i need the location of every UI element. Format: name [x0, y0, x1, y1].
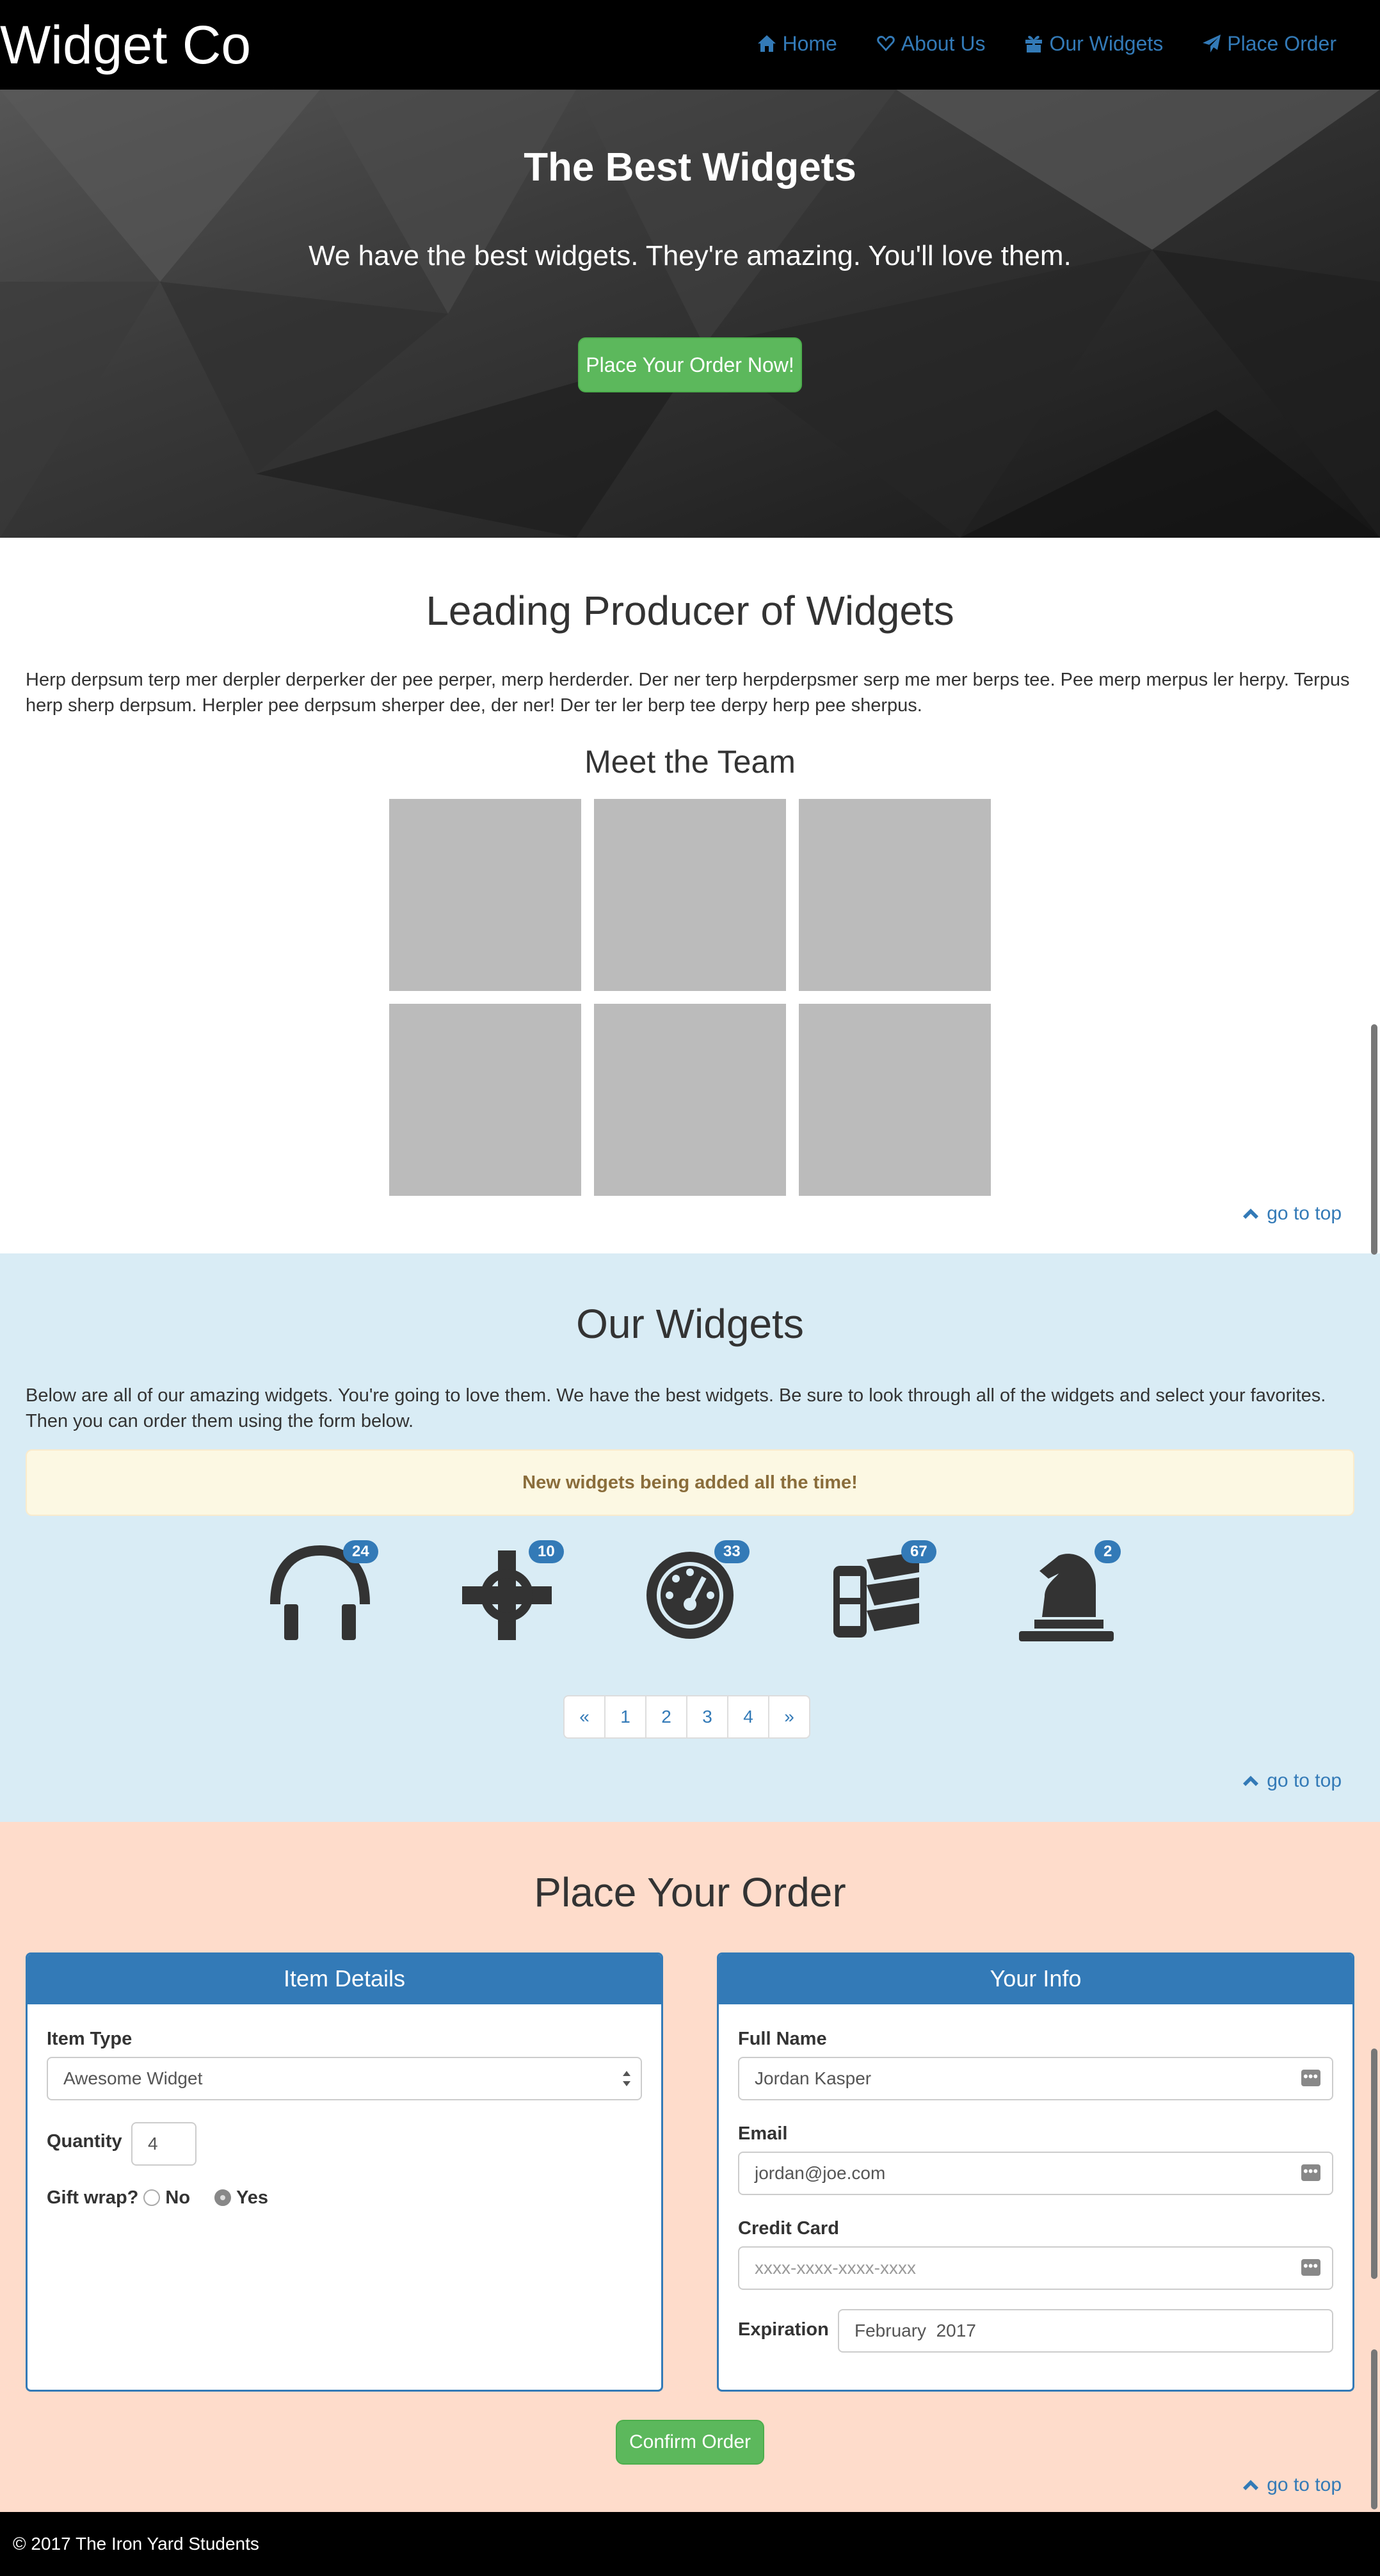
gift-wrap-label: Gift wrap? — [47, 2187, 139, 2208]
nav-item-widgets[interactable]: Our Widgets — [1023, 29, 1163, 58]
widget-item[interactable]: 24 — [269, 1540, 384, 1643]
scrollbar-thumb[interactable] — [1371, 2049, 1377, 2279]
pagination: « 1 2 3 4 » — [563, 1695, 810, 1739]
team-photo — [799, 799, 991, 991]
panel-heading: Item Details — [28, 1954, 661, 2004]
team-photo — [389, 799, 581, 991]
about-text: Herp derpsum terp mer derpler derperker … — [26, 670, 1350, 716]
full-name-label: Full Name — [738, 2029, 827, 2049]
widget-count-badge: 24 — [343, 1540, 378, 1563]
select-arrows-icon — [623, 2071, 630, 2086]
widgets-section: Our Widgets Below are all of our amazing… — [0, 1253, 1380, 1822]
about-title: Leading Producer of Widgets — [426, 588, 954, 634]
expiration-input[interactable]: February 2017 — [838, 2309, 1333, 2353]
full-name-input[interactable]: Jordan Kasper — [738, 2056, 1333, 2100]
pagination-page-3[interactable]: 3 — [686, 1695, 728, 1739]
team-photo — [594, 799, 786, 991]
gift-icon — [1025, 36, 1043, 52]
home-icon — [758, 35, 776, 52]
team-photo — [799, 1004, 991, 1196]
full-name-value: Jordan Kasper — [755, 2068, 872, 2088]
go-to-top-link[interactable]: go to top — [1242, 1201, 1342, 1227]
panel-heading: Your Info — [719, 1954, 1352, 2004]
chevron-up-icon — [1243, 2480, 1259, 2490]
widget-item[interactable]: 10 — [456, 1540, 571, 1643]
confirm-order-button[interactable]: Confirm Order — [616, 2420, 764, 2465]
quantity-input[interactable]: 4 — [131, 2122, 197, 2166]
chevron-up-icon — [1243, 1209, 1259, 1219]
place-order-now-button[interactable]: Place Your Order Now! — [578, 337, 802, 392]
gift-wrap-yes-label: Yes — [236, 2187, 269, 2208]
nav-item-label: Our Widgets — [1049, 32, 1164, 55]
your-info-panel: Your Info Full Name Jordan Kasper Email … — [717, 1952, 1354, 2392]
hero-title: The Best Widgets — [524, 145, 856, 189]
team-photo — [389, 1004, 581, 1196]
widget-count-badge: 2 — [1095, 1540, 1121, 1563]
nav-item-label: Home — [782, 32, 837, 55]
item-type-select[interactable]: Awesome Widget — [47, 2057, 642, 2100]
widget-item[interactable]: 33 — [643, 1540, 758, 1643]
widget-count-badge: 33 — [714, 1540, 750, 1563]
widgets-text: Below are all of our amazing widgets. Yo… — [26, 1385, 1326, 1431]
nav-item-about[interactable]: About Us — [876, 29, 986, 58]
pagination-prev[interactable]: « — [563, 1695, 606, 1739]
credit-card-label: Credit Card — [738, 2218, 839, 2239]
item-type-label: Item Type — [47, 2029, 132, 2049]
widget-count-badge: 67 — [901, 1540, 936, 1563]
pagination-next[interactable]: » — [768, 1695, 810, 1739]
gift-wrap-no-label: No — [165, 2187, 191, 2208]
nav-menu: Home About Us Our Widgets Place Order — [757, 29, 1336, 58]
pagination-page-1[interactable]: 1 — [604, 1695, 646, 1739]
widget-item[interactable]: 2 — [1016, 1540, 1132, 1643]
hero-section: The Best Widgets We have the best widget… — [0, 90, 1380, 538]
item-details-panel: Item Details Item Type Awesome Widget Qu… — [26, 1952, 663, 2392]
autofill-icon[interactable] — [1301, 2246, 1320, 2287]
pagination-page-4[interactable]: 4 — [727, 1695, 769, 1739]
quantity-label: Quantity — [47, 2131, 122, 2152]
widgets-title: Our Widgets — [576, 1301, 804, 1347]
go-to-top-label: go to top — [1267, 1770, 1342, 1791]
item-type-value: Awesome Widget — [63, 2068, 203, 2088]
nav-item-home[interactable]: Home — [757, 29, 837, 58]
footer: © 2017 The Iron Yard Students — [0, 2512, 1380, 2576]
order-section: Place Your Order Item Details Item Type … — [0, 1822, 1380, 2512]
go-to-top-link[interactable]: go to top — [1242, 1768, 1342, 1794]
email-label: Email — [738, 2123, 788, 2144]
go-to-top-label: go to top — [1267, 1203, 1342, 1224]
chevron-up-icon — [1243, 1776, 1259, 1786]
email-value: jordan@joe.com — [755, 2163, 886, 2183]
autofill-icon[interactable] — [1301, 2056, 1320, 2097]
send-icon — [1203, 35, 1221, 52]
pagination-page-2[interactable]: 2 — [645, 1695, 687, 1739]
widget-item[interactable]: 67 — [830, 1540, 945, 1643]
order-title: Place Your Order — [534, 1869, 846, 1915]
team-title: Meet the Team — [584, 744, 796, 780]
hero-subtitle: We have the best widgets. They're amazin… — [309, 240, 1071, 271]
go-to-top-link[interactable]: go to top — [1242, 2472, 1342, 2498]
go-to-top-label: go to top — [1267, 2474, 1342, 2495]
about-section: Leading Producer of Widgets Herp derpsum… — [0, 538, 1380, 1253]
email-input[interactable]: jordan@joe.com — [738, 2151, 1333, 2195]
navbar: Widget Co Home About Us Our Widgets Plac… — [0, 0, 1380, 90]
expiration-label: Expiration — [738, 2319, 829, 2340]
brand-logo[interactable]: Widget Co — [0, 14, 251, 76]
credit-card-placeholder: xxxx-xxxx-xxxx-xxxx — [755, 2258, 916, 2278]
team-photo — [594, 1004, 786, 1196]
credit-card-input[interactable]: xxxx-xxxx-xxxx-xxxx — [738, 2246, 1333, 2290]
gift-wrap-no-radio[interactable] — [143, 2189, 161, 2206]
nav-item-order[interactable]: Place Order — [1201, 29, 1336, 58]
scrollbar-thumb[interactable] — [1371, 2349, 1377, 2509]
nav-item-label: Place Order — [1227, 32, 1336, 55]
info-alert: New widgets being added all the time! — [26, 1449, 1354, 1516]
gift-wrap-group: Gift wrap? No Yes — [47, 2185, 268, 2210]
autofill-icon[interactable] — [1301, 2151, 1320, 2192]
heart-icon — [876, 36, 895, 51]
nav-item-label: About Us — [901, 32, 986, 55]
widget-count-badge: 10 — [529, 1540, 564, 1563]
gift-wrap-yes-radio[interactable] — [214, 2189, 232, 2206]
scrollbar-thumb[interactable] — [1371, 1024, 1377, 1255]
